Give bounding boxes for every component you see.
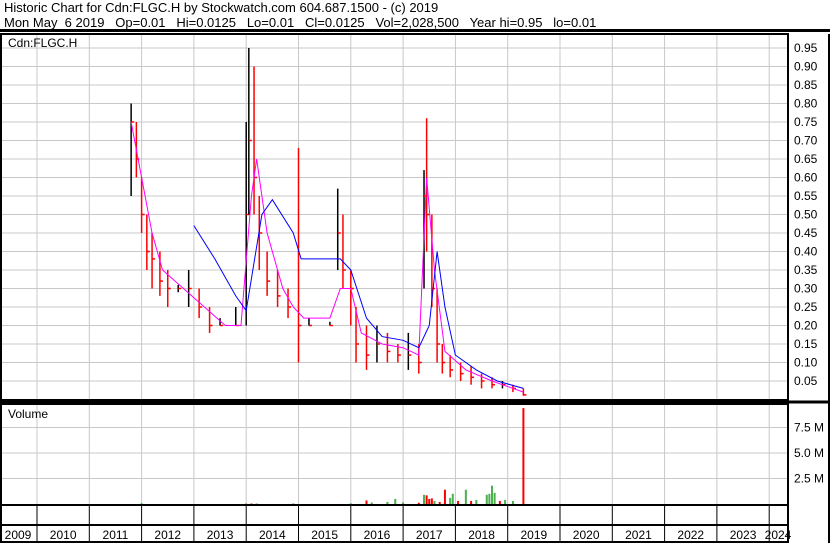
year-label: 2019 [520,528,547,542]
volume-bar [245,503,248,504]
volume-bar [438,501,441,504]
stock-chart: Cdn:FLGC.H Volume 0.05 0.10 0.15 0.20 0.25 0.… [0,33,830,543]
volume-bar [140,503,143,504]
year-label: 2017 [416,528,443,542]
price-panel [0,34,788,400]
year-label: 2012 [154,528,181,542]
volume-bar [370,502,373,504]
volume-bar [449,497,452,504]
price-tick-label: 0.35 [794,263,818,277]
volume-bar [430,498,433,504]
price-tick-label: 0.90 [794,60,818,74]
volume-bar [394,498,397,504]
volume-bar [498,500,501,504]
volume-bar [464,489,467,504]
price-panel-title: Cdn:FLGC.H [8,36,77,50]
volume-bar [488,493,491,504]
volume-bar [428,498,431,504]
price-tick-label: 0.95 [794,41,818,55]
volume-bar [250,503,253,504]
volume-frame [0,403,789,506]
price-tick-label: 0.55 [794,189,818,203]
price-tick-label: 0.05 [794,374,818,388]
price-tick-label: 0.85 [794,78,818,92]
year-label: 2022 [677,528,704,542]
volume-tick-label: 5.0 M [794,446,824,460]
price-tick-label: 0.65 [794,152,818,166]
price-tick-label: 0.60 [794,171,818,185]
volume-bar [386,501,389,504]
volume-bar [504,499,507,504]
year-label: 2011 [103,528,129,542]
price-tick-label: 0.75 [794,115,818,129]
price-tick-label: 0.10 [794,356,818,370]
price-tick-label: 0.30 [794,282,818,296]
volume-tick-label: 7.5 M [794,421,824,435]
volume-bar [470,500,473,504]
price-tick-label: 0.15 [794,337,818,351]
year-label: 2015 [311,528,338,542]
year-label: 2018 [468,528,495,542]
volume-bar [255,503,258,504]
volume-tick-label: 2.5 M [794,472,824,486]
price-tick-label: 0.50 [794,208,818,222]
year-label: 2016 [364,528,391,542]
volume-bar [349,503,352,504]
volume-bar [402,502,405,504]
price-tick-label: 0.20 [794,319,818,333]
volume-bar [443,489,446,504]
volume-bar [457,500,460,504]
volume-bar [511,500,514,504]
year-label: 2020 [573,528,600,542]
year-label: 2023 [730,528,757,542]
volume-bar [522,408,525,504]
volume-bar [451,493,454,504]
year-label: 2013 [207,528,234,542]
price-tick-label: 0.45 [794,226,818,240]
price-tick-label: 0.70 [794,134,818,148]
year-label: 2009 [5,528,32,542]
volume-bar [365,500,368,504]
year-label: 2014 [259,528,286,542]
volume-bar [292,503,295,504]
volume-bar [475,499,478,504]
volume-bar [417,502,420,504]
price-tick-label: 0.25 [794,300,818,314]
volume-bar [493,492,496,504]
volume-bar [425,495,428,504]
year-label: 2021 [625,528,652,542]
volume-bar [485,494,488,504]
volume-panel-title: Volume [8,407,48,421]
volume-bar [433,500,436,504]
volume-bar [423,494,426,504]
price-tick-label: 0.80 [794,97,818,111]
price-tick-label: 0.40 [794,245,818,259]
volume-bar [491,485,494,504]
year-label: 2010 [50,528,77,542]
